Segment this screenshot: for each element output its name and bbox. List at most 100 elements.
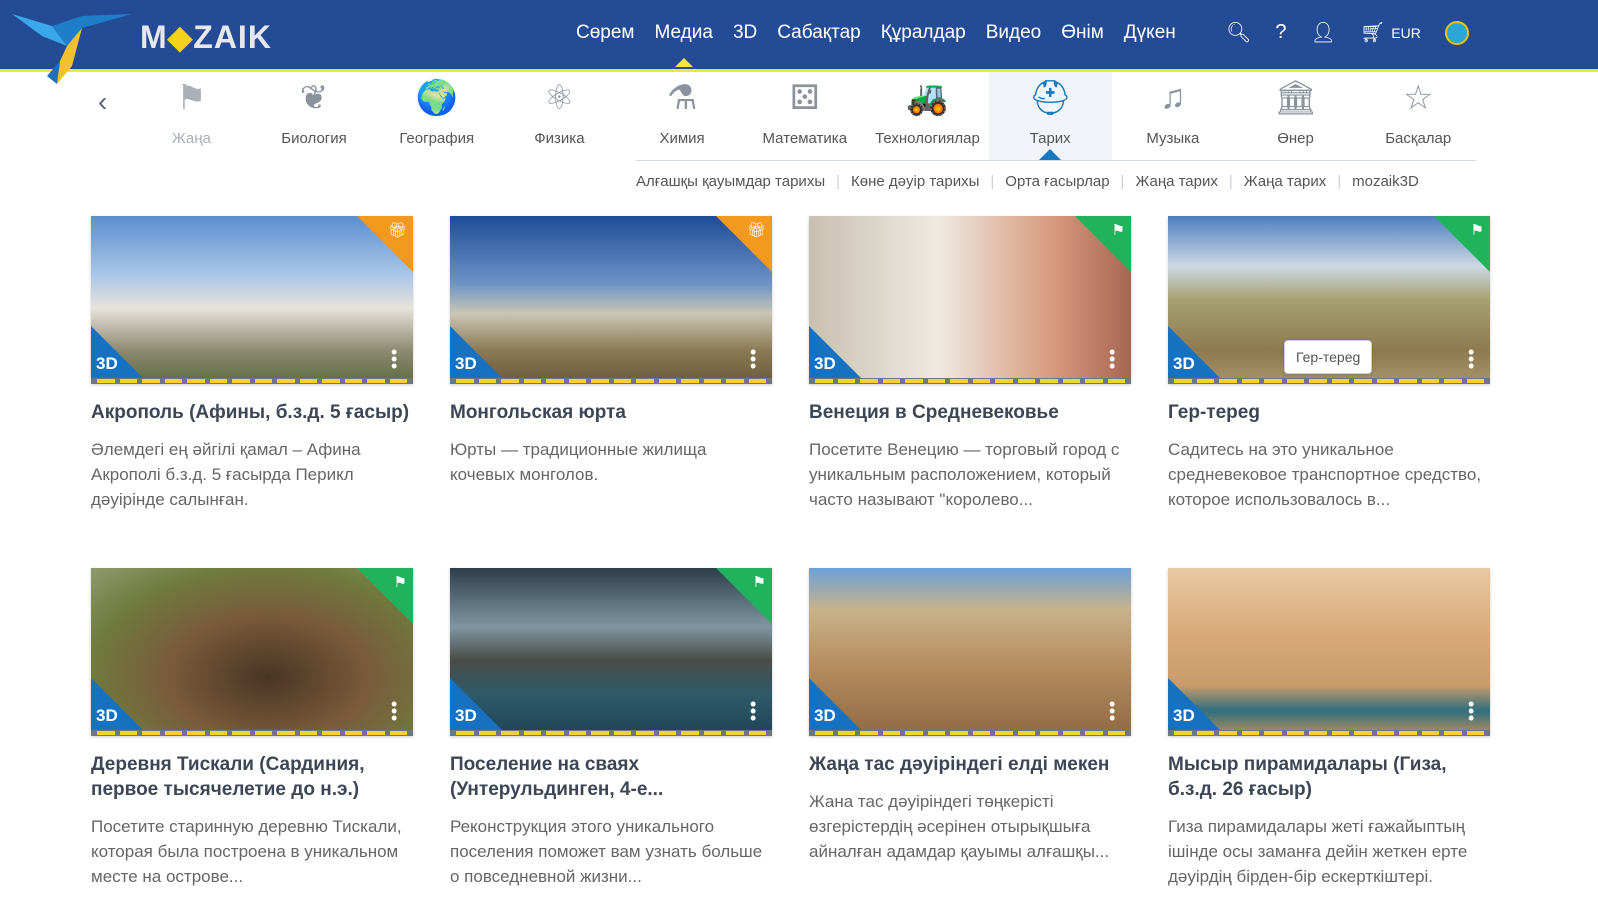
media-card[interactable]: ⚑ 3D • • • Поселение на сваях (Унтерульдинг…	[450, 568, 772, 889]
category-bar: ⚑ Жаңа ❦ Биология 🌍 География ⚛ Физика ⚗ Химия ⚄ Ма…	[130, 72, 1480, 160]
media-card[interactable]: 3D • • • Жаңа тас дәуіріндегі елді мекен Ж…	[809, 568, 1131, 864]
category-flask[interactable]: ⚗ Химия	[621, 72, 744, 160]
cart-icon[interactable]: 🛒︎	[1360, 20, 1385, 45]
media-card[interactable]: ⚑ 3D • • • Деревня Тискали (Сардиния, перво…	[91, 568, 413, 889]
category-lyre[interactable]: ♫ Музыка	[1112, 72, 1235, 160]
language-flag-icon[interactable]	[1444, 20, 1469, 45]
card-title[interactable]: Гер-тереg	[1168, 400, 1490, 425]
flag-icon: ⚑	[752, 574, 766, 591]
nav-item[interactable]: Өнім	[1061, 22, 1104, 44]
flag-icon: ⚑	[1111, 222, 1125, 239]
user-icon[interactable]: 👤︎	[1311, 20, 1336, 45]
nav-item[interactable]: 3D	[733, 22, 757, 44]
card-thumbnail[interactable]: 3D • • •	[809, 568, 1131, 736]
gift-icon: 🎁︎	[387, 222, 407, 239]
nav-item[interactable]: Видео	[986, 22, 1042, 44]
media-card[interactable]: 3D • • • Мысыр пирамидалары (Гиза, б.з.д. …	[1168, 568, 1490, 889]
nav-item[interactable]: Дүкен	[1124, 22, 1176, 44]
media-card[interactable]: ⚑ 3D • • • Венеция в Средневековье Посетите…	[809, 216, 1131, 512]
nav-item[interactable]: Құралдар	[881, 22, 966, 44]
card-title[interactable]: Жаңа тас дәуіріндегі елді мекен	[809, 752, 1131, 777]
subcategory-link[interactable]: Жаңа тарих	[1244, 173, 1326, 190]
search-icon[interactable]: 🔍︎	[1226, 20, 1251, 45]
help-icon[interactable]: ?	[1275, 21, 1286, 44]
card-thumbnail[interactable]: 3D • • •	[1168, 568, 1490, 736]
globe-icon: 🌍	[415, 79, 458, 117]
more-options-icon[interactable]: • • •	[750, 343, 756, 375]
kingfisher-logo-icon[interactable]	[12, 6, 132, 84]
category-label: Тарих	[1029, 130, 1071, 147]
more-options-icon[interactable]: • • •	[391, 343, 397, 375]
category-atom[interactable]: ⚛ Физика	[498, 72, 621, 160]
media-card[interactable]: ⚑ 3D • • • Гер-тереg Садитесь на это уникал…	[1168, 216, 1490, 512]
subcategory-link[interactable]: Жаңа тарих	[1135, 173, 1217, 190]
more-options-icon[interactable]: • • •	[750, 695, 756, 727]
separator: |	[1337, 173, 1342, 190]
media-card[interactable]: 🎁︎ 3D • • • Акрополь (Афины, б.з.д. 5 ғасыр…	[91, 216, 413, 512]
category-helmet[interactable]: ⛑ Тарих	[988, 72, 1112, 160]
preview-strip	[809, 378, 1131, 384]
nav-item[interactable]: Сабақтар	[777, 22, 860, 44]
card-title[interactable]: Деревня Тискали (Сардиния, первое тысяче…	[91, 752, 413, 802]
more-options-icon[interactable]: • • •	[1468, 695, 1474, 727]
lyre-icon: ♫	[1160, 78, 1186, 116]
separator: |	[990, 173, 995, 190]
more-options-icon[interactable]: • • •	[391, 695, 397, 727]
card-title[interactable]: Акрополь (Афины, б.з.д. 5 ғасыр)	[91, 400, 413, 425]
category-label: Басқалар	[1385, 130, 1452, 147]
nav-item[interactable]: Сөрем	[576, 22, 634, 44]
card-thumbnail[interactable]: 🎁︎ 3D • • •	[91, 216, 413, 384]
card-title[interactable]: Мысыр пирамидалары (Гиза, б.з.д. 26 ғасы…	[1168, 752, 1490, 802]
media-card[interactable]: 🎁︎ 3D • • • Монгольская юрта Юрты — традици…	[450, 216, 772, 487]
currency-selector[interactable]: EUR	[1391, 25, 1421, 41]
category-label: Математика	[762, 130, 848, 147]
subcategory-link[interactable]: Көне дәуір тарихы	[851, 173, 979, 190]
flag-icon: ⚑	[1470, 222, 1484, 239]
butterfly-icon: ❦	[299, 79, 329, 117]
3d-label: 3D	[814, 706, 836, 725]
card-thumbnail[interactable]: 🎁︎ 3D • • •	[450, 216, 772, 384]
card-thumbnail[interactable]: ⚑ 3D • • •	[450, 568, 772, 736]
card-description: Реконструкция этого уникального поселени…	[450, 817, 763, 886]
more-options-icon[interactable]: • • •	[1468, 343, 1474, 375]
subcategory-link[interactable]: Орта ғасырлар	[1005, 173, 1109, 190]
category-star[interactable]: ☆ Басқалар	[1357, 72, 1480, 160]
category-globe[interactable]: 🌍 География	[375, 72, 498, 160]
dice-icon: ⚄	[790, 79, 820, 117]
preview-strip	[91, 378, 413, 384]
category-butterfly[interactable]: ❦ Биология	[253, 72, 376, 160]
chevron-left-icon[interactable]: ‹	[98, 86, 107, 118]
card-title[interactable]: Венеция в Средневековье	[809, 400, 1131, 425]
3d-label: 3D	[1173, 706, 1195, 725]
subcategory-link[interactable]: Алғашқы қауымдар тарихы	[636, 173, 825, 190]
gift-icon: 🎁︎	[746, 222, 766, 239]
subcategory-link[interactable]: mozaik3D	[1352, 173, 1419, 190]
nav-item-active[interactable]: Медиа	[654, 22, 713, 67]
main-nav: Сөрем Медиа 3D Сабақтар Құралдар Видео Ө…	[576, 22, 1176, 67]
card-title[interactable]: Монгольская юрта	[450, 400, 772, 425]
category-label: Музыка	[1146, 130, 1200, 147]
3d-label: 3D	[455, 706, 477, 725]
more-options-icon[interactable]: • • •	[1109, 695, 1115, 727]
3d-label: 3D	[96, 706, 118, 725]
top-header: M◆ZAIK Сөрем Медиа 3D Сабақтар Құралдар …	[0, 0, 1598, 84]
card-thumbnail[interactable]: ⚑ 3D • • •	[809, 216, 1131, 384]
3d-label: 3D	[814, 354, 836, 373]
3d-label: 3D	[96, 354, 118, 373]
category-flag[interactable]: ⚑ Жаңа	[130, 72, 253, 160]
card-thumbnail[interactable]: ⚑ 3D • • •	[91, 568, 413, 736]
3d-label: 3D	[1173, 354, 1195, 373]
preview-strip	[450, 378, 772, 384]
category-car[interactable]: 🚜 Технологиялар	[866, 72, 989, 160]
preview-strip	[450, 730, 772, 736]
category-label: Химия	[659, 130, 705, 147]
card-title[interactable]: Поселение на сваях (Унтерульдинген, 4-е.…	[450, 752, 772, 802]
category-label: Технологиялар	[875, 130, 980, 147]
more-options-icon[interactable]: • • •	[1109, 343, 1115, 375]
category-building[interactable]: 🏛 Өнер	[1234, 72, 1357, 160]
3d-label: 3D	[455, 354, 477, 373]
card-description: Посетите старинную деревню Тискали, кото…	[91, 817, 402, 886]
category-dice[interactable]: ⚄ Математика	[743, 72, 866, 160]
building-icon: 🏛	[1273, 79, 1318, 117]
logo-text[interactable]: M◆ZAIK	[140, 18, 272, 56]
